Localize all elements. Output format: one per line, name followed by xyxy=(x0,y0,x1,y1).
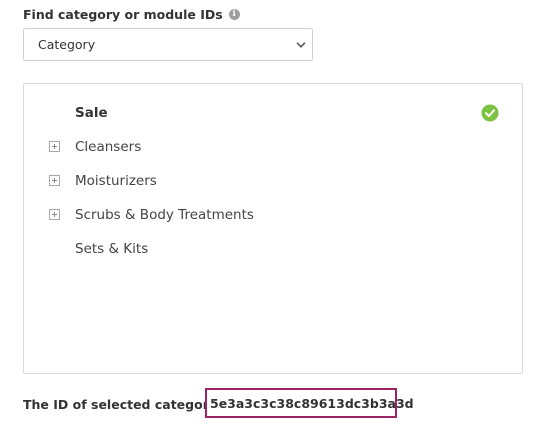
tree-item-label: Scrubs & Body Treatments xyxy=(75,207,254,223)
selected-id-prefix: The ID of selected category is xyxy=(23,396,234,412)
category-module-select[interactable]: Category xyxy=(23,28,313,61)
check-circle-icon xyxy=(481,104,499,122)
expand-plus-icon[interactable] xyxy=(49,141,60,152)
expand-plus-icon[interactable] xyxy=(49,175,60,186)
find-ids-label: Find category or module IDs i xyxy=(23,5,240,23)
selected-category-id: 5e3a3c3c38c89613dc3b3a3d xyxy=(205,388,414,418)
tree-item-moisturizers[interactable]: Moisturizers xyxy=(24,169,522,193)
tree-item-label: Sale xyxy=(75,105,108,121)
expand-plus-icon[interactable] xyxy=(49,209,60,220)
selected-id-label: The ID of selected category is xyxy=(23,393,233,415)
selected-category-id-text: 5e3a3c3c38c89613dc3b3a3d xyxy=(210,395,414,411)
tree-item-scrubs-body-treatments[interactable]: Scrubs & Body Treatments xyxy=(24,203,522,227)
category-tree: Sale Cleansers Moisturizers Scrubs & Bod… xyxy=(23,83,523,374)
tree-item-label: Sets & Kits xyxy=(75,241,149,257)
tree-item-label: Cleansers xyxy=(75,139,142,155)
tree-item-sale[interactable]: Sale xyxy=(24,101,522,125)
tree-item-cleansers[interactable]: Cleansers xyxy=(24,135,522,159)
select-value: Category xyxy=(38,37,96,52)
tree-item-label: Moisturizers xyxy=(75,173,157,189)
find-ids-label-text: Find category or module IDs xyxy=(23,6,223,22)
tree-item-sets-kits[interactable]: Sets & Kits xyxy=(24,237,522,261)
info-icon[interactable]: i xyxy=(228,8,240,20)
chevron-down-icon xyxy=(296,42,306,48)
